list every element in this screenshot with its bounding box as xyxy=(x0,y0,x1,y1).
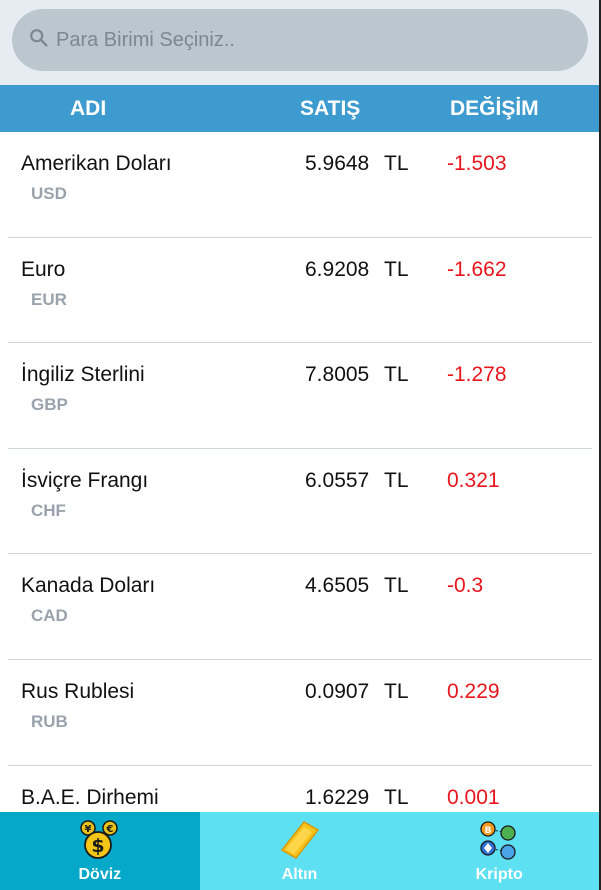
tab-label: Döviz xyxy=(78,866,122,883)
change-value: 0.229 xyxy=(447,679,500,703)
currency-code: RUB xyxy=(31,711,68,731)
sell-price: 0.0907 xyxy=(305,679,370,703)
change-value: -1.503 xyxy=(447,152,507,175)
currency-unit: TL xyxy=(384,257,409,281)
currency-code: CAD xyxy=(31,606,68,626)
header-change: DEĞİŞİM xyxy=(450,97,539,120)
currency-name: B.A.E. Dirhemi xyxy=(21,785,159,809)
header-sell: SATIŞ xyxy=(300,97,361,120)
tab-label: Altın xyxy=(281,866,318,883)
currency-code: EUR xyxy=(31,289,67,309)
svg-text:€: € xyxy=(105,824,113,835)
table-row[interactable]: Euro EUR 6.9208 TL -1.662 xyxy=(8,238,592,344)
currency-name: Euro xyxy=(21,257,66,281)
search-bar xyxy=(0,0,599,85)
tab-altin[interactable]: Altın xyxy=(199,812,400,890)
search-box[interactable] xyxy=(12,9,588,71)
currency-name: İsviçre Frangı xyxy=(21,468,149,492)
table-row[interactable]: B.A.E. Dirhemi 1.6229 TL 0.001 xyxy=(8,766,592,812)
currency-name: Rus Rublesi xyxy=(21,679,135,703)
crypto-coins-icon: B xyxy=(480,821,516,860)
change-value: 0.001 xyxy=(447,785,500,809)
currency-list[interactable]: Amerikan Doları USD 5.9648 TL -1.503 Eur… xyxy=(8,132,592,812)
currency-unit: TL xyxy=(384,785,409,809)
change-value: -0.3 xyxy=(447,574,484,598)
svg-text:$: $ xyxy=(91,835,104,857)
header-name: ADI xyxy=(70,97,107,120)
change-value: 0.321 xyxy=(447,468,500,492)
gold-bar-icon xyxy=(280,821,319,859)
app-screen: ADI SATIŞ DEĞİŞİM Amerikan Doları USD 5.… xyxy=(0,0,601,890)
sell-price: 5.9648 xyxy=(305,152,370,175)
currency-unit: TL xyxy=(384,679,409,703)
table-row[interactable]: İsviçre Frangı CHF 6.0557 TL 0.321 xyxy=(8,449,592,555)
sell-price: 4.6505 xyxy=(305,574,370,598)
table-row[interactable]: İngiliz Sterlini GBP 7.8005 TL -1.278 xyxy=(8,343,592,449)
sell-price: 6.9208 xyxy=(305,257,370,281)
currency-name: İngiliz Sterlini xyxy=(21,363,145,387)
table-row[interactable]: Kanada Doları CAD 4.6505 TL -0.3 xyxy=(8,554,592,660)
currency-code: CHF xyxy=(31,500,66,520)
currency-name: Kanada Doları xyxy=(21,574,156,598)
table-header: ADI SATIŞ DEĞİŞİM xyxy=(0,85,599,132)
sell-price: 1.6229 xyxy=(305,785,370,809)
search-input[interactable] xyxy=(56,28,536,52)
currency-unit: TL xyxy=(384,574,409,598)
table-row[interactable]: Rus Rublesi RUB 0.0907 TL 0.229 xyxy=(8,660,592,766)
currency-unit: TL xyxy=(384,468,409,492)
table-row[interactable]: Amerikan Doları USD 5.9648 TL -1.503 xyxy=(8,132,592,238)
currency-code: GBP xyxy=(31,395,68,415)
coins-dollar-icon: ¥ € $ xyxy=(80,820,118,859)
currency-code: USD xyxy=(31,184,67,203)
search-icon xyxy=(28,27,56,54)
tab-label: Kripto xyxy=(475,866,523,883)
tab-doviz[interactable]: ¥ € $ Döviz xyxy=(0,812,200,890)
currency-name: Amerikan Doları xyxy=(21,152,172,175)
change-value: -1.662 xyxy=(447,257,507,281)
sell-price: 6.0557 xyxy=(305,468,370,492)
currency-unit: TL xyxy=(384,363,409,387)
currency-unit: TL xyxy=(384,152,409,175)
tab-kripto[interactable]: B Kripto xyxy=(399,812,600,890)
sell-price: 7.8005 xyxy=(305,363,370,387)
bottom-tab-bar: ¥ € $ Döviz Altın B Kripto xyxy=(0,812,600,890)
svg-text:B: B xyxy=(485,826,492,836)
change-value: -1.278 xyxy=(447,363,507,387)
